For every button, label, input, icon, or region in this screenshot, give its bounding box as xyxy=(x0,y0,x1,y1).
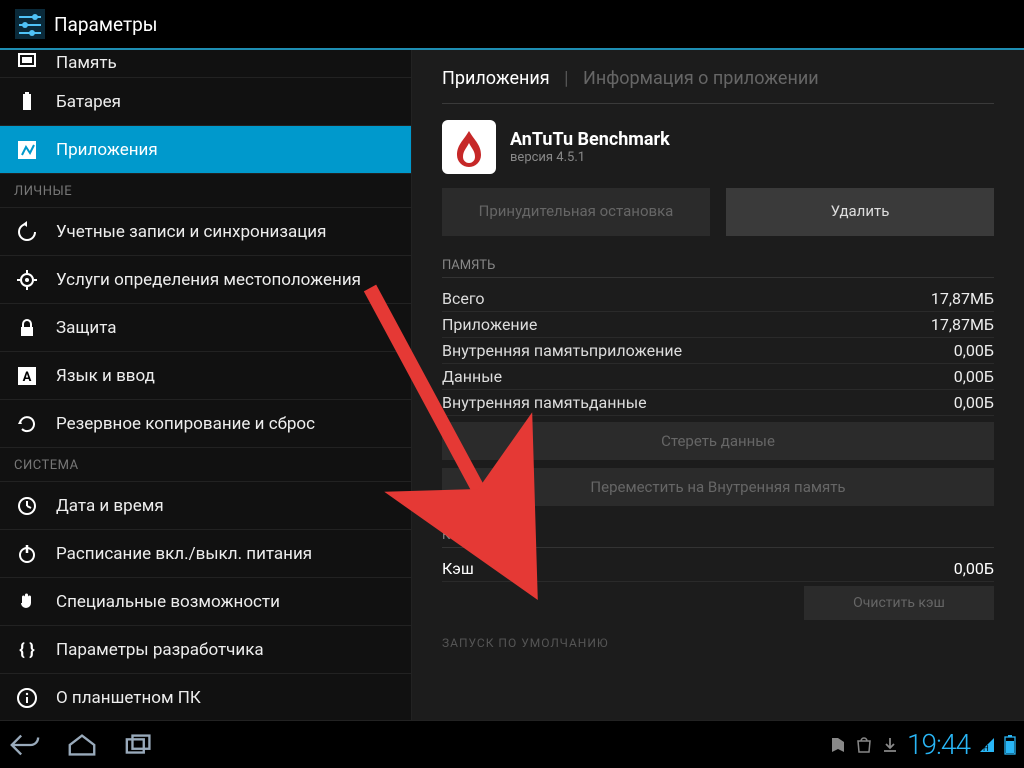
sidebar-item-label: Специальные возможности xyxy=(56,592,280,612)
app-icon xyxy=(442,120,496,174)
sidebar-item-label: Расписание вкл./выкл. питания xyxy=(56,544,312,564)
language-icon: A xyxy=(14,363,40,389)
sidebar-item-developer[interactable]: { } Параметры разработчика xyxy=(0,626,411,674)
settings-icon xyxy=(10,4,50,44)
breadcrumb-sub: Информация о приложении xyxy=(583,68,819,89)
sidebar-item-label: Память xyxy=(56,53,117,73)
app-name: AnTuTu Benchmark xyxy=(510,129,670,150)
sidebar-item-accounts[interactable]: Учетные записи и синхронизация xyxy=(0,208,411,256)
clock-icon xyxy=(14,493,40,519)
recent-apps-button[interactable] xyxy=(124,729,156,761)
uninstall-button[interactable]: Удалить xyxy=(726,188,994,236)
svg-text:A: A xyxy=(23,370,32,385)
storage-row: Внутренняя памятьданные0,00Б xyxy=(442,390,994,416)
divider xyxy=(442,547,994,548)
breadcrumb-main[interactable]: Приложения xyxy=(442,68,550,89)
sidebar-item-location[interactable]: Услуги определения местоположения xyxy=(0,256,411,304)
page-title: Параметры xyxy=(54,13,158,36)
sidebar-item-label: Язык и ввод xyxy=(56,366,155,386)
sidebar-item-backup[interactable]: Резервное копирование и сброс xyxy=(0,400,411,448)
sidebar-item-label: Параметры разработчика xyxy=(56,640,264,660)
storage-list: Всего17,87МБ Приложение17,87МБ Внутрення… xyxy=(442,286,994,416)
signal-icon: H xyxy=(978,736,996,754)
sidebar-item-power-schedule[interactable]: Расписание вкл./выкл. питания xyxy=(0,530,411,578)
sync-icon xyxy=(14,219,40,245)
sidebar-item-label: Защита xyxy=(56,318,117,338)
clear-cache-button: Очистить кэш xyxy=(804,586,994,620)
hand-icon xyxy=(14,589,40,615)
breadcrumb: Приложения | Информация о приложении xyxy=(442,68,994,89)
force-stop-button: Принудительная остановка xyxy=(442,188,710,236)
sidebar-item-battery[interactable]: Батарея xyxy=(0,78,411,126)
sidebar-item-about[interactable]: О планшетном ПК xyxy=(0,674,411,720)
sidebar-item-memory[interactable]: Память xyxy=(0,50,411,78)
sidebar-item-label: О планшетном ПК xyxy=(56,688,201,708)
lock-icon xyxy=(14,315,40,341)
status-bar-clock[interactable]: 19:44 xyxy=(907,728,970,761)
sidebar-header-personal: ЛИЧНЫЕ xyxy=(0,174,411,208)
storage-row: Приложение17,87МБ xyxy=(442,312,994,338)
clear-data-button: Стереть данные xyxy=(442,422,994,460)
app-version: версия 4.5.1 xyxy=(510,150,670,165)
storage-row: Внутренняя памятьприложение0,00Б xyxy=(442,338,994,364)
memory-icon xyxy=(14,50,40,73)
power-icon xyxy=(14,541,40,567)
home-button[interactable] xyxy=(66,729,98,761)
sidebar-item-label: Батарея xyxy=(56,92,121,112)
divider xyxy=(442,103,994,104)
cache-row: Кэш 0,00Б xyxy=(442,556,994,582)
divider xyxy=(442,277,994,278)
sidebar-item-label: Приложения xyxy=(56,140,158,160)
battery-icon xyxy=(14,89,40,115)
battery-status-icon xyxy=(1004,735,1016,755)
sidebar-item-datetime[interactable]: Дата и время xyxy=(0,482,411,530)
launch-default-title: ЗАПУСК ПО УМОЛЧАНИЮ xyxy=(442,636,994,650)
sidebar-item-label: Учетные записи и синхронизация xyxy=(56,222,326,242)
sidebar-item-label: Дата и время xyxy=(56,496,164,516)
sidebar-item-language[interactable]: A Язык и ввод xyxy=(0,352,411,400)
sidebar-item-security[interactable]: Защита xyxy=(0,304,411,352)
system-navigation-bar: 19:44 H xyxy=(0,720,1024,768)
info-icon xyxy=(14,685,40,711)
action-bar: Параметры xyxy=(0,0,1024,48)
sidebar-item-label: Услуги определения местоположения xyxy=(56,270,361,290)
svg-text:H: H xyxy=(983,744,989,753)
shopping-bag-icon[interactable] xyxy=(855,736,873,754)
developer-icon: { } xyxy=(14,637,40,663)
storage-section-title: ПАМЯТЬ xyxy=(442,258,994,273)
app-detail-pane: Приложения | Информация о приложении AnT… xyxy=(412,50,1024,720)
play-store-notification-icon[interactable] xyxy=(829,736,847,754)
sidebar-item-apps[interactable]: Приложения xyxy=(0,126,411,174)
app-header: AnTuTu Benchmark версия 4.5.1 xyxy=(442,120,994,174)
back-button[interactable] xyxy=(8,729,40,761)
download-icon[interactable] xyxy=(881,736,899,754)
sidebar-header-system: СИСТЕМА xyxy=(0,448,411,482)
location-icon xyxy=(14,267,40,293)
storage-row: Всего17,87МБ xyxy=(442,286,994,312)
backup-icon xyxy=(14,411,40,437)
breadcrumb-separator: | xyxy=(564,68,568,89)
settings-sidebar: Память Батарея Приложения ЛИЧНЫЕ Учетные… xyxy=(0,50,412,720)
cache-section-title: КЭШ xyxy=(442,528,994,543)
sidebar-item-label: Резервное копирование и сброс xyxy=(56,414,315,434)
move-to-internal-button: Переместить на Внутренняя память xyxy=(442,468,994,506)
sidebar-item-accessibility[interactable]: Специальные возможности xyxy=(0,578,411,626)
storage-row: Данные0,00Б xyxy=(442,364,994,390)
apps-icon xyxy=(14,137,40,163)
